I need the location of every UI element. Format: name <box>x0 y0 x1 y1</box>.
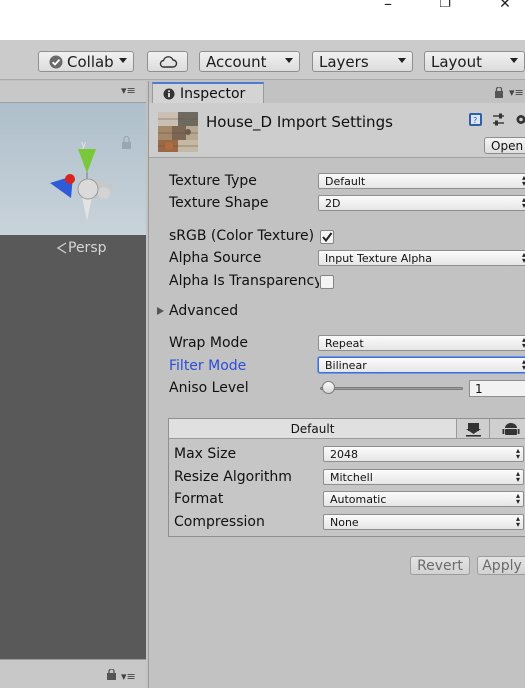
minimize-button[interactable]: – <box>373 0 403 12</box>
open-label: Open <box>491 138 524 153</box>
updown-arrow-icon: ▴▾ <box>515 491 520 506</box>
scene-view-header: ▾≡ <box>0 81 146 103</box>
panel-menu-icon[interactable]: ▾≡ <box>509 86 524 99</box>
platform-tab-default[interactable]: Default <box>169 419 456 439</box>
collab-label: Collab <box>67 52 114 71</box>
texture-shape-label: Texture Shape <box>169 195 269 211</box>
alpha-source-label: Alpha Source <box>169 250 262 266</box>
filter-mode-dropdown[interactable]: Bilinear ▴▾ <box>318 357 525 373</box>
aniso-level-slider-track[interactable] <box>320 387 463 390</box>
minimize-icon: – <box>384 0 392 13</box>
checkmark-icon <box>322 232 333 243</box>
maximize-icon: ❐ <box>439 0 451 11</box>
layers-button[interactable]: Layers <box>312 51 413 72</box>
aniso-level-input[interactable]: 1 <box>469 380 525 397</box>
help-book-icon[interactable]: ? <box>468 112 483 127</box>
format-value: Automatic <box>330 492 387 506</box>
apply-button[interactable]: Apply <box>477 556 525 575</box>
tab-inspector[interactable]: Inspector <box>152 82 264 103</box>
compression-value: None <box>330 515 359 529</box>
projection-label[interactable]: Persp <box>68 240 107 256</box>
layers-label: Layers <box>319 52 369 71</box>
resize-algorithm-label: Resize Algorithm <box>174 469 292 485</box>
max-size-label: Max Size <box>174 446 237 462</box>
cloud-button[interactable] <box>147 51 188 72</box>
asset-title: House_D Import Settings <box>206 113 393 131</box>
account-button[interactable]: Account <box>199 51 300 72</box>
texture-shape-value: 2D <box>325 196 341 210</box>
max-size-dropdown[interactable]: 2048 ▴ ▾ <box>323 446 524 462</box>
revert-button[interactable]: Revert <box>410 556 470 575</box>
gear-icon[interactable] <box>513 112 525 127</box>
android-icon <box>502 423 520 435</box>
apply-label: Apply <box>482 557 522 574</box>
close-icon: ✕ <box>499 0 511 12</box>
chevron-down-icon <box>510 58 518 63</box>
collab-button[interactable]: Collab <box>38 51 134 72</box>
platform-tab-default-label: Default <box>290 421 335 436</box>
aniso-level-label: Aniso Level <box>169 380 249 396</box>
open-button[interactable]: Open <box>484 137 525 154</box>
updown-arrow-icon: ▴▾ <box>515 514 520 529</box>
scene-viewport[interactable]: y <box>0 103 146 659</box>
texture-type-dropdown[interactable]: Default ▴▾ <box>318 173 525 189</box>
compression-label: Compression <box>174 514 265 530</box>
lock-icon[interactable] <box>106 669 117 680</box>
texture-thumbnail <box>158 112 198 152</box>
aniso-level-slider-thumb[interactable] <box>322 381 335 394</box>
updown-arrow-icon: ▴▾ <box>515 446 520 461</box>
compression-dropdown[interactable]: None ▴ ▾ <box>323 514 524 530</box>
platform-tab-standalone[interactable] <box>456 419 489 439</box>
chevron-down-icon <box>285 58 293 63</box>
filter-mode-value: Bilinear <box>325 358 367 372</box>
panel-menu-icon[interactable]: ▾≡ <box>121 84 136 97</box>
svg-text:?: ? <box>473 116 477 125</box>
advanced-foldout[interactable]: Advanced <box>155 303 238 319</box>
panel-menu-icon[interactable]: ▾≡ <box>121 670 136 683</box>
wrap-mode-value: Repeat <box>325 336 364 350</box>
lock-icon[interactable] <box>494 87 504 98</box>
check-circle-icon <box>49 55 63 68</box>
texture-type-value: Default <box>325 174 366 188</box>
wrap-mode-dropdown[interactable]: Repeat ▴▾ <box>318 335 525 351</box>
close-button[interactable]: ✕ <box>490 0 520 12</box>
alpha-transparency-label: Alpha Is Transparency <box>169 273 319 289</box>
wrap-mode-label: Wrap Mode <box>169 335 249 351</box>
format-dropdown[interactable]: Automatic ▴ ▾ <box>323 491 524 507</box>
alpha-transparency-checkbox[interactable] <box>320 275 334 289</box>
scene-footer: ▾≡ <box>0 659 146 688</box>
triangle-right-icon <box>157 307 164 315</box>
tab-inspector-label: Inspector <box>180 85 246 102</box>
preset-sliders-icon[interactable] <box>491 112 506 127</box>
alpha-source-value: Input Texture Alpha <box>325 251 433 265</box>
platform-tab-android[interactable] <box>489 419 525 439</box>
maximize-button[interactable]: ❐ <box>430 0 460 12</box>
layout-button[interactable]: Layout <box>424 51 525 72</box>
srgb-checkbox[interactable] <box>320 230 334 244</box>
texture-shape-dropdown[interactable]: 2D ▴▾ <box>318 195 525 211</box>
advanced-label: Advanced <box>169 303 239 319</box>
cloud-icon <box>159 55 177 68</box>
updown-arrow-icon: ▴▾ <box>515 469 520 484</box>
format-label: Format <box>174 491 224 507</box>
texture-type-label: Texture Type <box>169 173 257 189</box>
download-icon <box>466 423 481 437</box>
max-size-value: 2048 <box>330 447 358 461</box>
resize-algorithm-dropdown[interactable]: Mitchell ▴ ▾ <box>323 469 524 485</box>
resize-algorithm-value: Mitchell <box>330 470 373 484</box>
layout-label: Layout <box>431 52 482 71</box>
account-label: Account <box>206 52 267 71</box>
srgb-label: sRGB (Color Texture) <box>169 228 315 244</box>
svg-text:y: y <box>81 140 87 150</box>
revert-label: Revert <box>417 557 463 574</box>
chevron-down-icon <box>398 58 406 63</box>
chevron-down-icon <box>119 58 127 63</box>
alpha-source-dropdown[interactable]: Input Texture Alpha ▴▾ <box>318 250 525 266</box>
aniso-level-value: 1 <box>475 381 483 396</box>
info-icon <box>163 88 175 99</box>
filter-mode-label: Filter Mode <box>169 358 247 374</box>
